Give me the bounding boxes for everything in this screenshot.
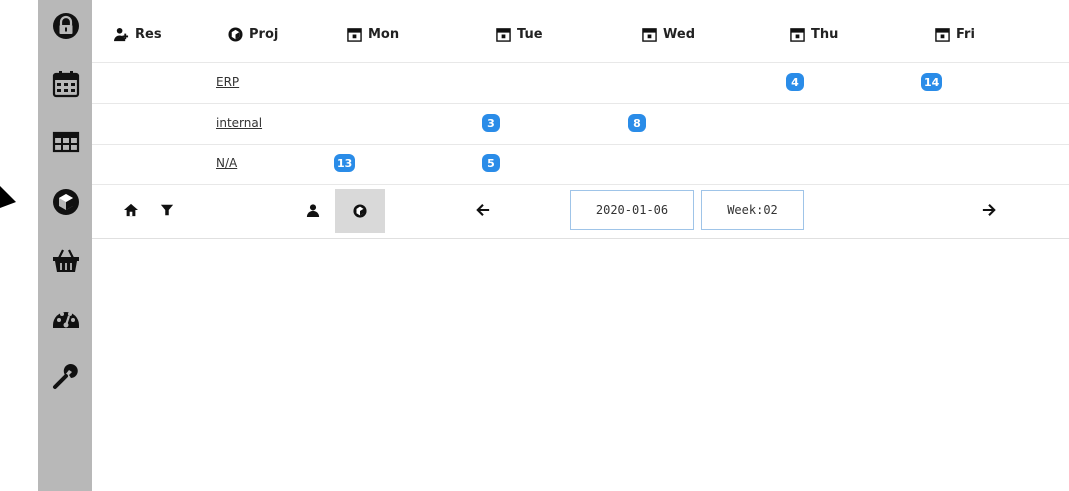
schedule-header: Res Proj Mon Tue Wed Thu Fri [92, 0, 1069, 63]
cube-icon [53, 189, 79, 215]
calendar-day-icon [935, 27, 950, 42]
column-res-label: Res [135, 26, 162, 42]
next-week-button[interactable] [978, 199, 1000, 221]
date-input[interactable]: 2020-01-06 [570, 190, 694, 230]
hours-badge[interactable]: 14 [921, 73, 943, 91]
column-proj[interactable]: Proj [228, 24, 278, 44]
column-fri[interactable]: Fri [935, 24, 975, 44]
wrench-icon [53, 364, 78, 389]
cube-icon [353, 204, 367, 218]
column-thu-label: Thu [811, 26, 839, 42]
table-icon [52, 131, 80, 153]
hours-badge[interactable]: 13 [334, 154, 356, 172]
filter-icon [160, 204, 174, 216]
cube-icon [228, 26, 243, 42]
home-button[interactable] [120, 199, 142, 221]
column-proj-label: Proj [249, 26, 279, 42]
calendar-icon [52, 71, 80, 98]
hours-badge[interactable]: 8 [628, 114, 646, 132]
table-row: ERP 4 14 [92, 63, 1069, 104]
left-edge [0, 0, 40, 491]
sidebar-lock-button[interactable] [50, 10, 82, 42]
hours-badge[interactable]: 4 [786, 73, 804, 91]
project-link[interactable]: internal [216, 116, 262, 130]
column-wed-label: Wed [663, 26, 695, 42]
project-view-button[interactable] [335, 189, 385, 233]
column-mon[interactable]: Mon [347, 24, 399, 44]
arrow-right-icon [982, 204, 996, 216]
column-thu[interactable]: Thu [790, 24, 838, 44]
hours-badge[interactable]: 5 [482, 154, 500, 172]
sidebar-settings-button[interactable] [50, 360, 82, 392]
sidebar-cube-button[interactable] [50, 186, 82, 218]
column-wed[interactable]: Wed [642, 24, 695, 44]
home-icon [124, 203, 138, 217]
sidebar-table-button[interactable] [50, 126, 82, 158]
calendar-day-icon [496, 27, 511, 42]
user-view-button[interactable] [302, 199, 324, 221]
calendar-day-icon [642, 27, 657, 42]
add-user-icon [114, 27, 129, 41]
basket-icon [53, 249, 79, 272]
column-tue[interactable]: Tue [496, 24, 543, 44]
arrow-left-icon [476, 204, 490, 216]
project-link[interactable]: N/A [216, 156, 237, 170]
column-mon-label: Mon [368, 26, 400, 42]
week-input[interactable]: Week:02 [701, 190, 804, 230]
project-link[interactable]: ERP [216, 75, 239, 89]
sidebar-basket-button[interactable] [50, 244, 82, 276]
calendar-day-icon [790, 27, 805, 42]
sidebar-dashboard-button[interactable] [50, 302, 82, 334]
previous-week-button[interactable] [472, 199, 494, 221]
dashboard-icon [53, 312, 79, 328]
calendar-day-icon [347, 27, 362, 42]
column-tue-label: Tue [517, 26, 543, 42]
navigation-toolbar: 2020-01-06 Week:02 [92, 184, 1069, 239]
filter-button[interactable] [156, 199, 178, 221]
sidebar-calendar-button[interactable] [50, 68, 82, 100]
column-fri-label: Fri [956, 26, 975, 42]
column-res[interactable]: Res [114, 24, 162, 44]
mouse-cursor-icon [0, 186, 16, 208]
table-row: internal 3 8 [92, 104, 1069, 145]
user-icon [306, 204, 320, 217]
lock-icon [53, 13, 79, 39]
sidebar [38, 0, 92, 491]
hours-badge[interactable]: 3 [482, 114, 500, 132]
table-row: N/A 13 5 [92, 144, 1069, 185]
